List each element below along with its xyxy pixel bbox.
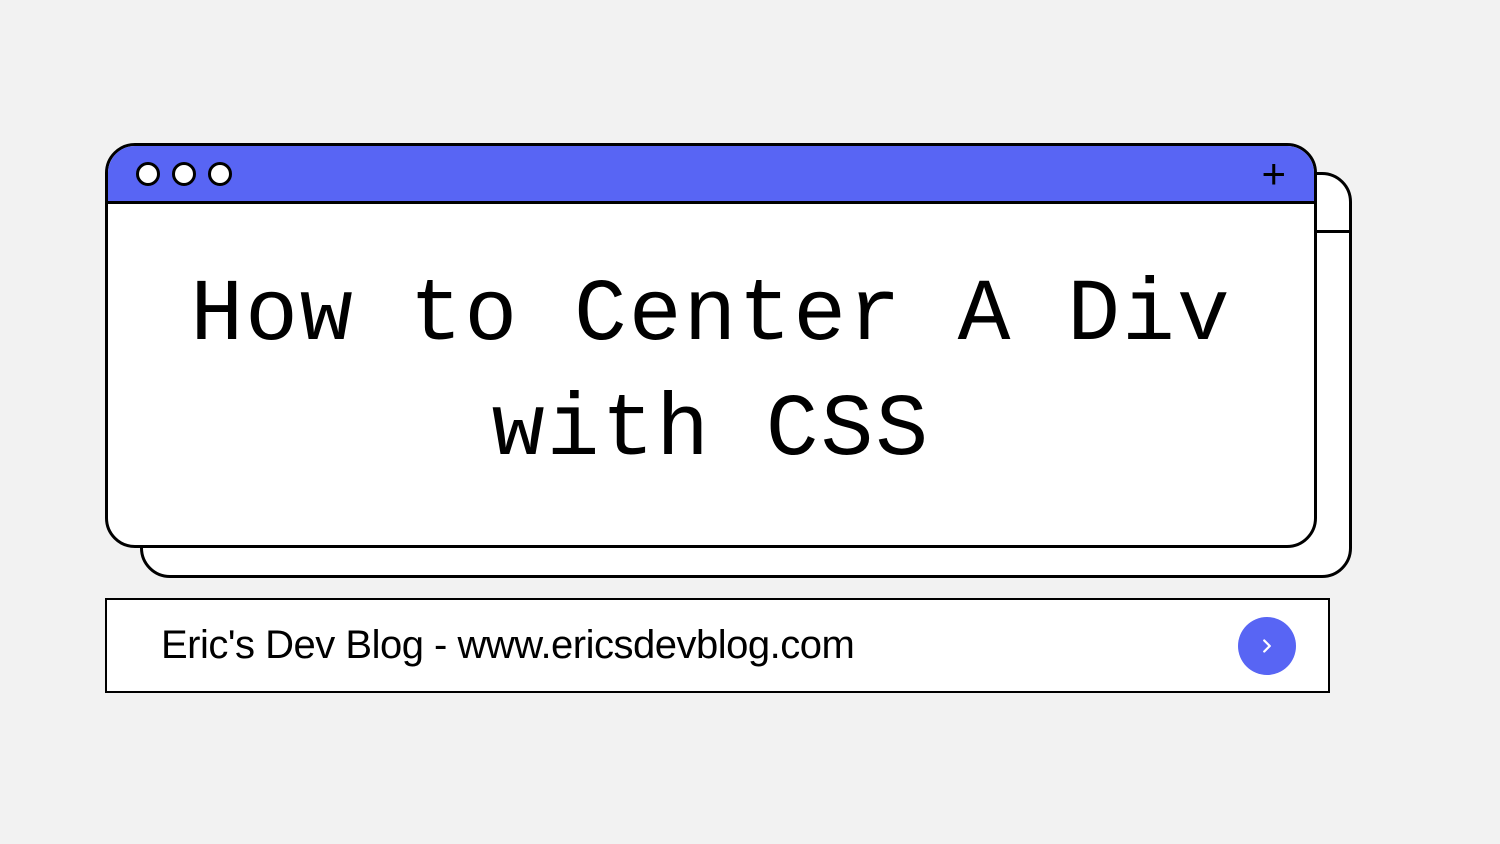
window-controls [136,162,232,186]
close-icon[interactable] [136,162,160,186]
chevron-right-icon [1256,635,1278,657]
plus-icon[interactable]: + [1261,153,1286,195]
minimize-icon[interactable] [172,162,196,186]
page-title: How to Center A Div with CSS [128,260,1294,489]
blog-url-text: Eric's Dev Blog - www.ericsdevblog.com [161,623,854,668]
window-titlebar: + [108,146,1314,204]
address-bar: Eric's Dev Blog - www.ericsdevblog.com [105,598,1330,693]
browser-window: + How to Center A Div with CSS [105,143,1317,548]
window-content: How to Center A Div with CSS [108,204,1314,545]
maximize-icon[interactable] [208,162,232,186]
go-button[interactable] [1238,617,1296,675]
